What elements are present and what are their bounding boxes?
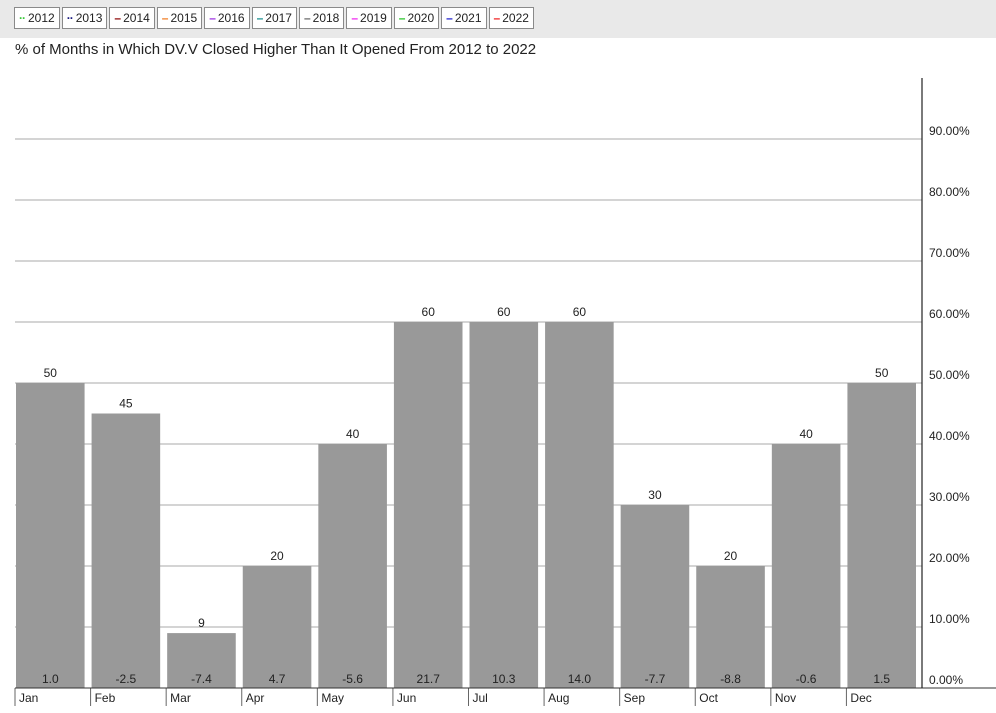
bar-feb <box>91 413 161 688</box>
bar-nov <box>771 444 841 688</box>
bar-apr <box>242 566 312 688</box>
bar-value-label: 40 <box>346 427 360 441</box>
bar-jul <box>469 322 539 688</box>
x-tick-label: Nov <box>775 691 796 705</box>
bar-value-label: 60 <box>422 305 436 319</box>
bar-value-label: 50 <box>875 366 889 380</box>
x-tick-label: Dec <box>850 691 871 705</box>
bar-aug <box>545 322 614 688</box>
bar-change-label: 10.3 <box>492 672 516 686</box>
bar-chart: 0.00% 10.00% 20.00% 30.00% 40.00% 50.00% 60.00… <box>14 78 996 706</box>
x-tick-label: Sep <box>624 691 646 705</box>
bar-jan <box>16 383 85 688</box>
bar-value-label: 9 <box>198 616 205 630</box>
x-tick-label: Feb <box>95 691 116 705</box>
x-tick-label: Oct <box>699 691 718 705</box>
bar-value-label: 60 <box>497 305 511 319</box>
bar-change-label: 1.0 <box>42 672 59 686</box>
bar-sep <box>620 505 690 688</box>
bar-value-label: 20 <box>724 549 738 563</box>
y-tick-label: 30.00% <box>929 490 970 504</box>
x-tick-label: May <box>321 691 344 705</box>
y-tick-label: 50.00% <box>929 368 970 382</box>
bar-change-label: -7.4 <box>191 672 212 686</box>
x-tick-label: Jul <box>473 691 488 705</box>
y-tick-label: 40.00% <box>929 429 970 443</box>
y-tick-label: 10.00% <box>929 612 970 626</box>
bar-value-label: 40 <box>799 427 813 441</box>
bar-change-label: -2.5 <box>116 672 137 686</box>
bar-change-label: 4.7 <box>269 672 286 686</box>
bar-value-label: 45 <box>119 397 133 411</box>
bar-change-label: -0.6 <box>796 672 817 686</box>
y-tick-label: 70.00% <box>929 246 970 260</box>
x-tick-label: Mar <box>170 691 191 705</box>
bar-change-label: -7.7 <box>645 672 666 686</box>
bar-change-label: 21.7 <box>417 672 441 686</box>
x-tick-label: Apr <box>246 691 265 705</box>
y-tick-label: 80.00% <box>929 185 970 199</box>
bar-may <box>318 444 387 688</box>
y-tick-label: 90.00% <box>929 124 970 138</box>
x-tick-label: Jan <box>19 691 38 705</box>
bar-dec <box>847 383 916 688</box>
y-tick-label: 20.00% <box>929 551 970 565</box>
bar-value-label: 30 <box>648 488 662 502</box>
bar-oct <box>696 566 765 688</box>
bar-value-label: 20 <box>270 549 284 563</box>
x-tick-label: Aug <box>548 691 569 705</box>
bar-value-label: 50 <box>44 366 58 380</box>
bar-change-label: 1.5 <box>873 672 890 686</box>
bar-change-label: 14.0 <box>568 672 592 686</box>
bar-change-label: -8.8 <box>720 672 741 686</box>
bar-jun <box>393 322 463 688</box>
y-tick-label: 60.00% <box>929 307 970 321</box>
bar-change-label: -5.6 <box>342 672 363 686</box>
y-tick-label: 0.00% <box>929 673 963 687</box>
x-tick-label: Jun <box>397 691 416 705</box>
bar-value-label: 60 <box>573 305 587 319</box>
